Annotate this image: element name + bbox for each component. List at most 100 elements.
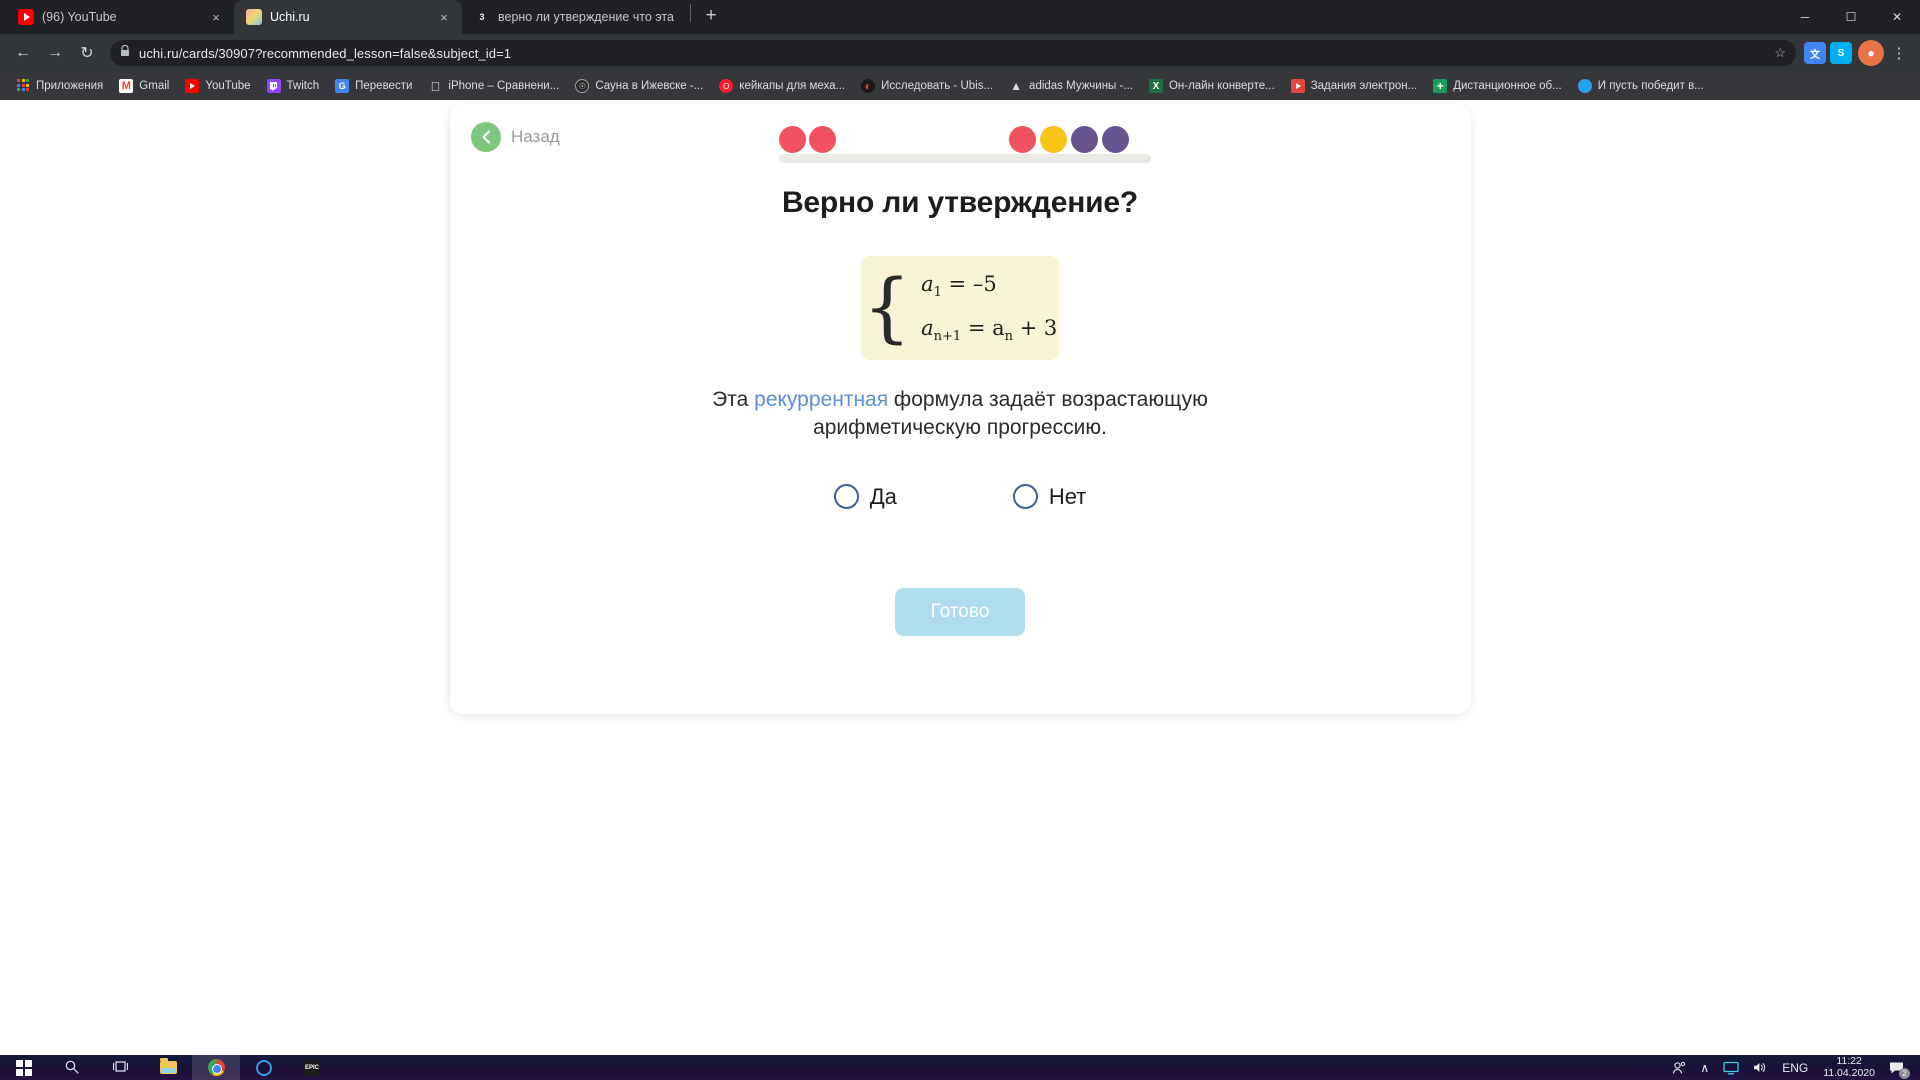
option-no[interactable]: Нет [1012,483,1087,510]
bookmark-distance-learning[interactable]: + Дистанционное об... [1425,75,1570,97]
youtube-red-icon [1290,79,1305,93]
close-icon[interactable]: × [436,9,452,25]
bookmark-sauna[interactable]: ☉ Сауна в Ижевске -... [567,75,711,97]
formula-equations: a 1 = –5 an+1 = an + 3 [921,272,1057,344]
translate-extension-icon[interactable]: 文 [1804,42,1826,64]
lesson-card: Назад Верно ли утверждение? { a 1 = –5 an… [449,104,1471,714]
tab-uchi[interactable]: Uchi.ru × [234,0,462,34]
bookmark-label: Дистанционное об... [1453,80,1562,92]
tab-search-result[interactable]: 3 верно ли утверждение что эта [462,0,690,34]
formula-line-2: an+1 = an + 3 [921,316,1057,344]
notification-center-button[interactable]: 2 [1883,1055,1914,1080]
monitor-icon[interactable] [1716,1055,1746,1080]
radio-button-yes[interactable] [833,484,859,510]
option-yes[interactable]: Да [833,484,897,510]
bookmark-label: И пусть победит в... [1597,80,1704,92]
bookmark-keycaps[interactable]: O кейкапы для меха... [711,75,853,97]
speaker-icon[interactable] [1746,1055,1775,1080]
bookmark-twitch[interactable]: Twitch [259,75,328,97]
bookmark-ubisoft[interactable]: ◐ Исследовать - Ubis... [853,75,1001,97]
windows-logo-icon [16,1059,32,1076]
tab-title: верно ли утверждение что эта [498,10,674,24]
statement-highlight: рекуррентная [754,388,889,412]
bookmark-label: YouTube [205,80,251,92]
dark-circle-icon: ☉ [575,79,590,93]
progress-dot [1102,126,1129,153]
show-hidden-icons-button[interactable]: ∧ [1693,1055,1716,1080]
option-label: Нет [1048,483,1087,509]
bookmark-adidas[interactable]: ▲ adidas Мужчины -... [1001,75,1141,97]
bookmark-contest[interactable]: 🌐 И пусть победит в... [1570,75,1712,97]
formula-a1-sub: 1 [933,285,942,301]
bookmark-star-icon[interactable]: ☆ [1774,45,1786,61]
skype-extension-icon[interactable]: S [1830,42,1852,64]
formula-an1-base: a [921,316,934,341]
bookmark-label: adidas Мужчины -... [1029,80,1133,92]
close-icon[interactable]: × [208,9,224,25]
bookmark-label: Сауна в Ижевске -... [595,80,704,92]
language-indicator[interactable]: ENG [1775,1055,1815,1080]
bookmark-apps[interactable]: Приложения [8,75,111,97]
submit-button[interactable]: Готово [894,587,1026,636]
tab-number-icon: 3 [479,12,485,22]
maximize-button[interactable]: ☐ [1828,0,1874,34]
tab-divider [690,4,691,22]
chrome-menu-icon[interactable]: ⋮ [1886,46,1912,61]
lock-icon [120,44,130,62]
green-plus-icon: + [1433,79,1448,93]
bookmark-translate[interactable]: G Перевести [327,75,420,97]
bookmark-youtube[interactable]: YouTube [177,75,258,97]
start-button[interactable] [0,1055,48,1080]
epic-games-button[interactable]: EPIC [288,1055,336,1080]
tab-strip: (96) YouTube × Uchi.ru × 3 верно ли утве… [0,0,1920,34]
excel-icon: X [1148,79,1163,93]
browser-toolbar: ← → ↻ uchi.ru/cards/30907?recommended_le… [0,34,1920,72]
formula-an1-mid: = a [961,316,1005,341]
curly-brace-icon: { [862,261,912,351]
page-title: Верно ли утверждение? [781,186,1139,219]
bookmark-gmail[interactable]: M Gmail [111,75,177,97]
avatar[interactable]: ● [1858,40,1884,66]
ubisoft-connect-button[interactable] [240,1055,288,1080]
forward-navigation-icon[interactable]: → [40,38,70,68]
back-button[interactable]: Назад [471,122,560,152]
bookmark-label: Перевести [355,80,413,92]
search-button[interactable] [48,1055,96,1080]
notification-badge: 2 [1899,1068,1910,1079]
card-header: Назад [449,104,1471,174]
bookmark-label: Задания электрон... [1310,80,1418,92]
window-controls: ─ ☐ ✕ [1782,0,1920,34]
back-navigation-icon[interactable]: ← [8,38,38,68]
bookmark-converter[interactable]: X Он-лайн конверте... [1141,75,1283,97]
submit-area: Готово [449,587,1471,636]
browser-window: (96) YouTube × Uchi.ru × 3 верно ли утве… [0,0,1920,1080]
gmail-icon: M [119,79,134,93]
clock-time: 11:22 [1836,1055,1862,1068]
bookmark-tasks[interactable]: Задания электрон... [1283,75,1426,97]
progress-dot [1009,126,1036,153]
back-button-label: Назад [511,127,560,146]
formula-a1-rest: = –5 [941,272,997,296]
adidas-icon: ▲ [1010,79,1022,93]
new-tab-button[interactable]: + [697,3,725,31]
address-bar[interactable]: uchi.ru/cards/30907?recommended_lesson=f… [110,40,1796,66]
minimize-button[interactable]: ─ [1782,0,1828,34]
chevron-left-icon [471,122,501,152]
close-window-button[interactable]: ✕ [1874,0,1920,34]
apps-grid-icon [16,79,30,93]
twitch-icon [266,79,281,93]
reload-icon[interactable]: ↻ [72,38,102,68]
tab-youtube[interactable]: (96) YouTube × [6,0,234,34]
folder-icon [159,1058,177,1074]
bookmark-iphone[interactable]:  iPhone – Сравнени... [420,75,567,97]
people-icon[interactable] [1665,1055,1693,1080]
task-view-button[interactable] [96,1055,144,1080]
formula-an1-tail: + 3 [1012,316,1058,341]
bookmark-label: Он-лайн конверте... [1168,80,1275,92]
file-explorer-button[interactable] [144,1055,192,1080]
clock[interactable]: 11:22 11.04.2020 [1815,1055,1883,1080]
chrome-button[interactable] [192,1055,240,1080]
radio-button-no[interactable] [1012,484,1038,510]
extension-icons: 文 S [1804,42,1852,64]
statement-text: Эта рекуррентная формула задаёт возраста… [650,386,1270,441]
